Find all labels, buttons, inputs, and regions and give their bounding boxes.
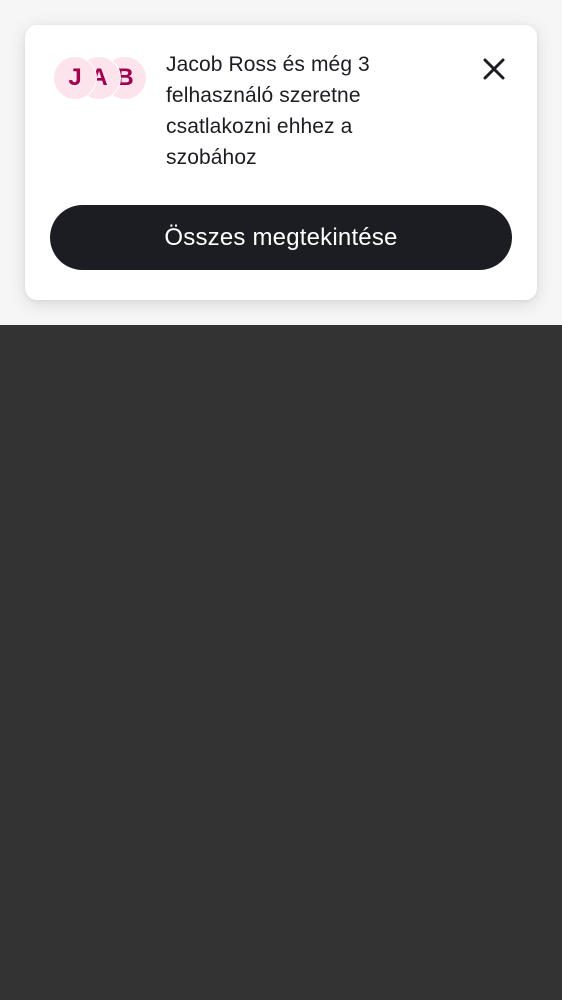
notification-message: Jacob Ross és még 3 felhasználó szeretne… — [166, 53, 370, 169]
view-all-button[interactable]: Összes megtekintése — [50, 205, 512, 270]
avatar-stack: J A B — [53, 56, 153, 102]
close-button[interactable] — [477, 52, 511, 86]
close-icon — [483, 58, 505, 80]
avatar: J — [53, 56, 97, 100]
content-area — [0, 325, 562, 1000]
join-request-notification-card: J A B Jacob Ross és még 3 felhasználó sz… — [25, 25, 537, 300]
